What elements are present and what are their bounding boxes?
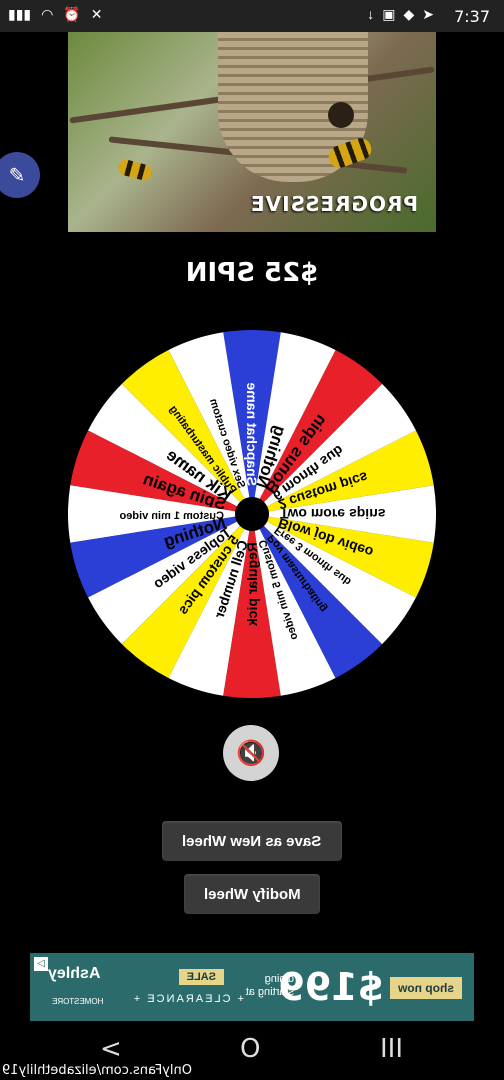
recents-button[interactable]: III <box>380 1034 403 1064</box>
banner-title: PROGRESSIVE <box>249 192 418 216</box>
modify-wheel-button[interactable]: Modify Wheel <box>184 874 320 914</box>
ad-clearance: + CLEARANCE + <box>131 993 244 1005</box>
back-button[interactable]: < <box>100 1034 122 1064</box>
wheel-hub[interactable] <box>235 497 269 531</box>
ad-brand-sub: HOMESTORE <box>52 997 104 1006</box>
status-bar: ▮▮▮ ◠ ⏰ ✕ ↓ ▣ ◆ ➤ 7:37 <box>0 0 504 32</box>
pencil-icon: ✎ <box>8 164 26 187</box>
progressive-banner-image: PROGRESSIVE <box>68 32 436 232</box>
spin-title: $25 SPIN <box>185 258 319 288</box>
nest-hole <box>328 102 354 128</box>
status-right-icons: ↓ ▣ ◆ ➤ <box>367 6 434 23</box>
alarm-icon: ⏰ <box>63 6 81 22</box>
ad-shop-now[interactable]: shop now <box>390 977 462 999</box>
edit-pencil-button[interactable]: ✎ <box>0 152 40 198</box>
wifi-icon: ◠ <box>41 6 54 22</box>
ad-dining-line1: dining <box>264 973 294 985</box>
signal-icon: ▮▮▮ <box>8 6 32 22</box>
watermark: OnlyFans.com/elizabethlily19 <box>2 1063 192 1078</box>
advertisement-banner[interactable]: shop now $199 dining starting at SALE + C… <box>30 953 474 1021</box>
send-icon: ➤ <box>422 6 434 22</box>
sound-mute-button[interactable]: 🔇 <box>223 725 279 781</box>
modify-wheel-label: Modify Wheel <box>203 885 301 903</box>
ad-choices-icon[interactable]: ▷ <box>34 957 48 971</box>
home-button[interactable]: O <box>240 1034 260 1064</box>
speaker-muted-icon: 🔇 <box>236 739 266 767</box>
ad-price: $199 <box>278 965 384 1009</box>
ad-brand: Ashley <box>48 965 101 982</box>
image-icon: ▣ <box>382 6 396 22</box>
save-as-new-wheel-label: Save as New Wheel <box>182 832 322 850</box>
ad-dining: dining starting at <box>246 973 294 999</box>
ad-sale-badge: SALE <box>178 969 224 985</box>
status-left-icons: ▮▮▮ ◠ ⏰ ✕ <box>8 6 103 23</box>
prize-wheel-svg[interactable]: Snapchat nameSex video customPublic mast… <box>66 328 438 700</box>
wheel-segment-label: Regular pick <box>244 542 260 626</box>
mute-icon: ✕ <box>90 6 103 22</box>
status-time: 7:37 <box>454 7 490 26</box>
ad-dining-line2: starting at <box>245 986 294 998</box>
prize-wheel[interactable]: Snapchat name Sex video custom Public mast… <box>66 328 438 700</box>
download-icon: ↓ <box>367 6 375 22</box>
notification-icon: ◆ <box>403 6 415 22</box>
wasp <box>116 157 154 183</box>
save-as-new-wheel-button[interactable]: Save as New Wheel <box>162 821 342 861</box>
